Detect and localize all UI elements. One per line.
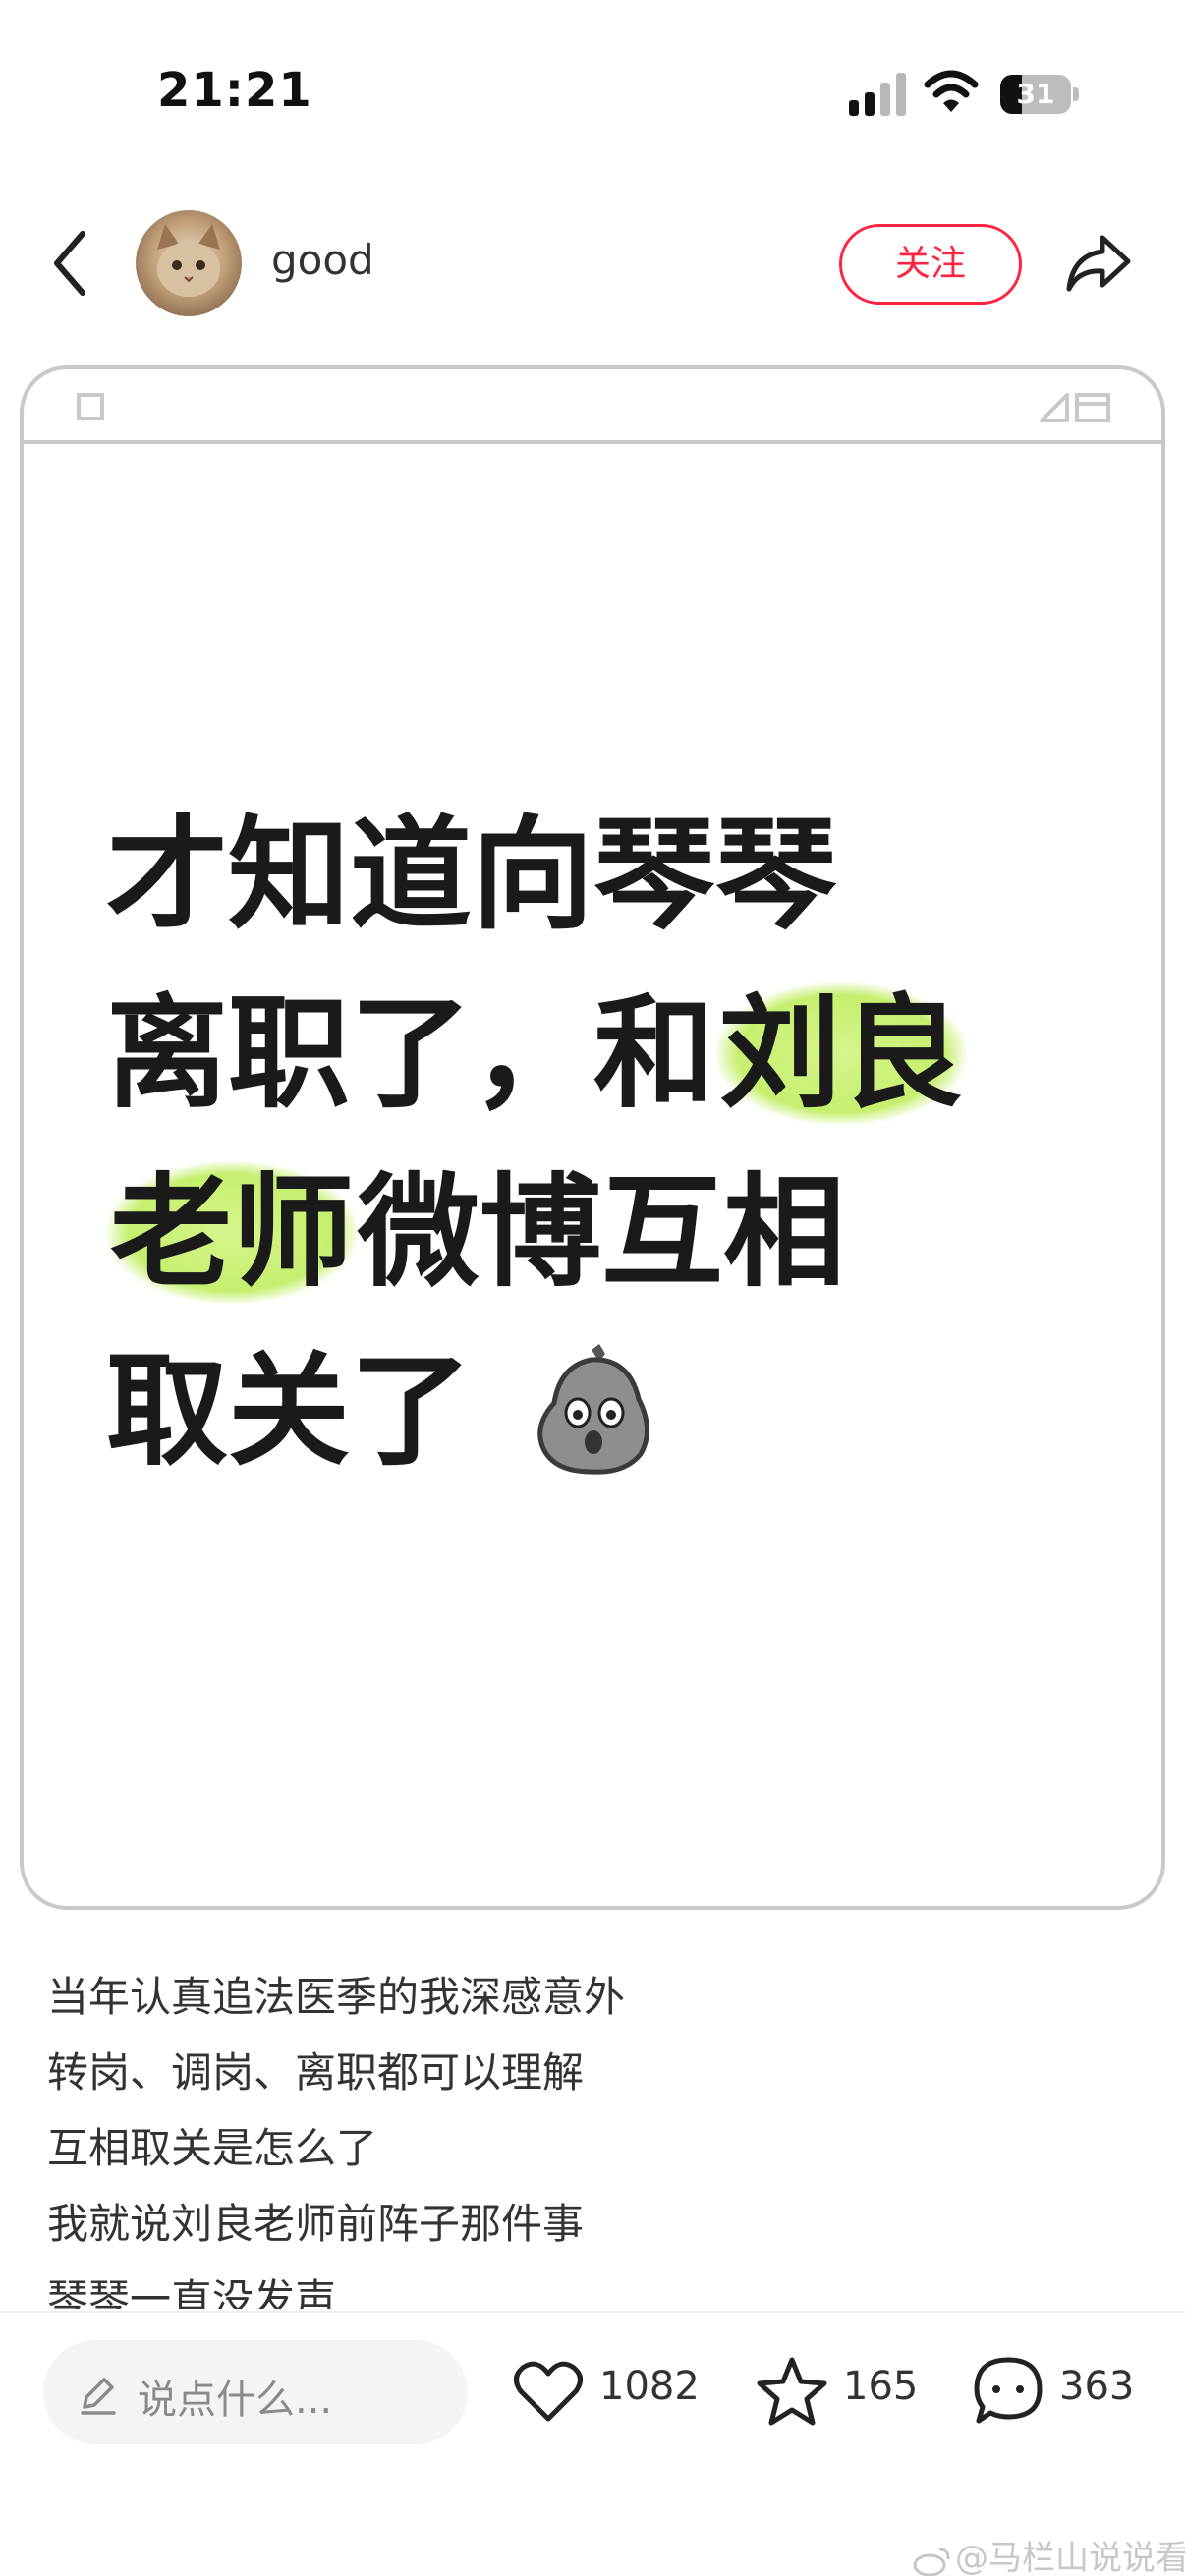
watermark: @马栏山说说看 (912, 2531, 1185, 2576)
shocked-rock-emoji-icon (537, 1344, 649, 1475)
follow-button[interactable]: 关注 (839, 224, 1022, 305)
checkbox-square-icon (77, 393, 104, 420)
pencil-icon (81, 2378, 116, 2415)
comment-placeholder: 说点什么... (138, 2378, 333, 2423)
comment-count: 363 (1059, 2364, 1135, 2409)
comment-bubble-icon (974, 2357, 1043, 2424)
favorite-count: 165 (843, 2364, 919, 2409)
post-caption: 当年认真追法医季的我深感意外 转岗、调岗、离职都可以理解 互相取关是怎么了 我就… (47, 1959, 1138, 2309)
like-button[interactable]: 1082 (511, 2352, 707, 2431)
wifi-icon (924, 70, 979, 112)
status-time: 21:21 (157, 63, 312, 118)
highlighted-title: 老师 (106, 1161, 359, 1304)
favorite-button[interactable]: 165 (755, 2352, 922, 2431)
weibo-icon (913, 2548, 950, 2576)
comment-button[interactable]: 363 (971, 2352, 1167, 2431)
post-page: { "status_bar": { "time": "21:21", "batt… (0, 0, 1185, 2576)
comment-input[interactable]: 说点什么... (43, 2340, 468, 2444)
headline-line: 离职了，和刘良 (106, 965, 1089, 1144)
highlighted-name: 刘良 (715, 982, 968, 1125)
caption-line: 琴琴一直没发声 (47, 2275, 337, 2309)
avatar[interactable] (136, 210, 242, 316)
like-count: 1082 (599, 2364, 700, 2409)
heart-icon (514, 2361, 583, 2422)
caption-line: 互相取关是怎么了 (47, 2124, 378, 2172)
headline-line: 老师微博互相 (106, 1144, 1089, 1322)
card-divider (24, 440, 1161, 444)
share-icon[interactable] (1063, 232, 1134, 295)
headline-line: 才知道向琴琴 (106, 804, 838, 946)
caption-line: 我就说刘良老师前阵子那件事 (47, 2200, 585, 2248)
back-icon[interactable] (47, 228, 96, 299)
cellular-signal-icon (849, 73, 906, 116)
window-controls-icon (1040, 393, 1110, 422)
star-icon (757, 2357, 827, 2426)
battery-percent: 31 (1016, 78, 1055, 110)
battery-icon: 31 (1000, 75, 1079, 114)
author-name[interactable]: good (271, 236, 374, 284)
caption-line: 转岗、调岗、离职都可以理解 (47, 2048, 585, 2097)
caption-line: 当年认真追法医季的我深感意外 (47, 1973, 626, 2021)
